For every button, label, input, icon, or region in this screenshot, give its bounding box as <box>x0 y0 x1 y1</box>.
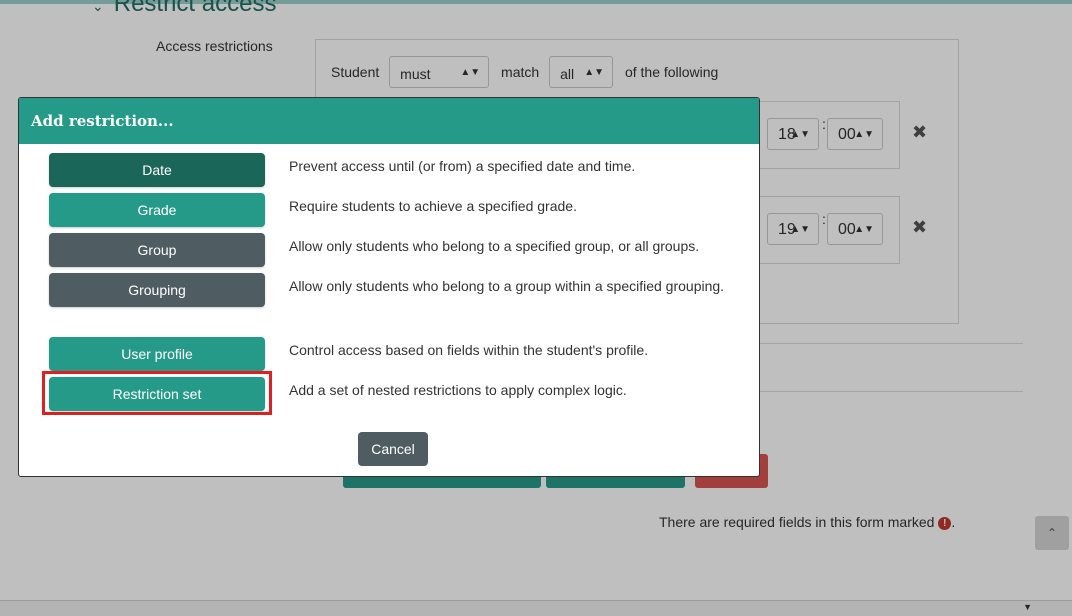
date-description: Prevent access until (or from) a specifi… <box>289 158 636 174</box>
restriction-set-description: Add a set of nested restrictions to appl… <box>289 382 627 398</box>
grade-description: Require students to achieve a specified … <box>289 198 577 214</box>
dialog-title: Add restriction... <box>19 98 759 144</box>
user-profile-button[interactable]: User profile <box>49 337 265 371</box>
group-button[interactable]: Group <box>49 233 265 267</box>
user-profile-description: Control access based on fields within th… <box>289 342 649 358</box>
grouping-description: Allow only students who belong to a grou… <box>289 278 725 294</box>
restriction-set-button[interactable]: Restriction set <box>49 377 265 411</box>
grouping-button[interactable]: Grouping <box>49 273 265 307</box>
date-button[interactable]: Date <box>49 153 265 187</box>
cancel-button[interactable]: Cancel <box>358 432 428 466</box>
grade-button[interactable]: Grade <box>49 193 265 227</box>
add-restriction-dialog: Add restriction... Date Prevent access u… <box>18 97 760 477</box>
group-description: Allow only students who belong to a spec… <box>289 238 700 254</box>
